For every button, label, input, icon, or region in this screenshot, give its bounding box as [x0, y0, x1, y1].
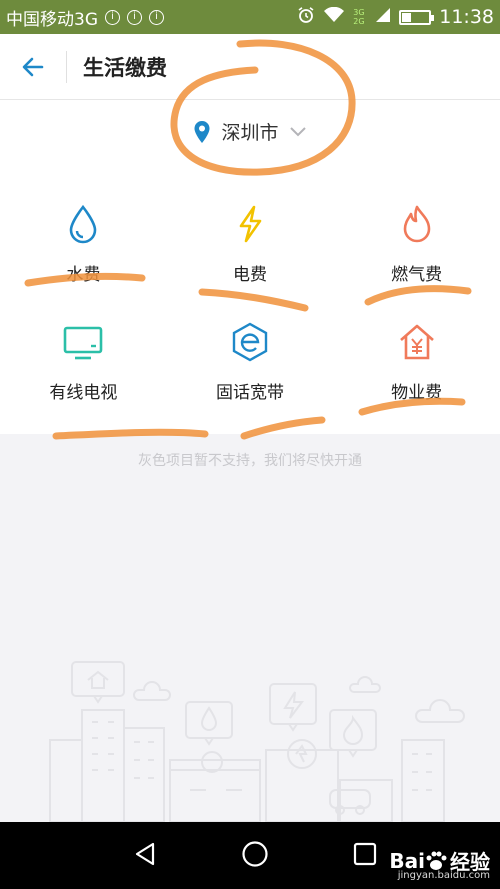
alarm-icon	[297, 6, 315, 29]
chevron-down-icon	[289, 126, 306, 136]
lightning-icon	[228, 202, 272, 246]
status-right: 3G 2G 11:38	[297, 6, 494, 29]
service-gas[interactable]: 燃气费	[333, 200, 500, 318]
back-triangle-icon	[135, 842, 154, 865]
watermark-url: jingyan.baidu.com	[397, 870, 490, 881]
service-broadband[interactable]: 固话宽带	[167, 318, 334, 436]
service-label: 固话宽带	[215, 383, 284, 403]
water-drop-icon	[61, 202, 105, 246]
home-circle-icon	[242, 840, 268, 867]
flame-icon	[395, 202, 439, 246]
network-type-icon: 3G 2G	[353, 8, 365, 26]
paw-icon	[426, 851, 447, 870]
broadband-icon	[228, 320, 272, 364]
service-grid: 水费 电费 燃气费 有线电视 固话宽带 物业费	[0, 200, 500, 436]
services-panel: 深圳市 水费 电费 燃气费 有线电视 固话宽带 物业费	[0, 100, 500, 434]
status-bar: 中国移动3G i i i 3G 2G 11:38	[0, 0, 500, 34]
nav-home-button[interactable]	[241, 840, 269, 872]
carrier-name: 中国移动3G	[6, 9, 98, 30]
nav-recents-button[interactable]	[352, 841, 378, 871]
service-property[interactable]: 物业费	[333, 318, 500, 436]
city-name: 深圳市	[221, 122, 279, 144]
signal-icon	[375, 7, 391, 28]
service-label: 物业费	[391, 383, 443, 403]
service-label: 有线电视	[49, 383, 118, 403]
city-illustration	[49, 661, 465, 822]
info-indicator-icon: i	[127, 9, 142, 25]
header-divider	[66, 50, 67, 83]
info-indicator-icon: i	[149, 9, 164, 25]
watermark-brand: Bai	[389, 848, 425, 873]
service-electricity[interactable]: 电费	[167, 200, 334, 318]
service-water[interactable]: 水费	[0, 200, 167, 318]
baidu-watermark: Bai 经验 jingyan.baidu.com	[389, 846, 490, 882]
city-selector[interactable]: 深圳市	[0, 118, 500, 145]
service-label: 电费	[232, 265, 267, 285]
location-pin-icon	[194, 120, 210, 143]
carrier-group: 中国移动3G i i i	[6, 5, 164, 30]
house-yen-icon	[395, 320, 439, 364]
tv-icon	[61, 320, 105, 364]
info-indicator-icon: i	[105, 9, 120, 25]
service-label: 燃气费	[391, 265, 443, 285]
recents-square-icon	[354, 842, 377, 865]
back-button[interactable]	[0, 34, 66, 100]
page-title: 生活缴费	[83, 55, 167, 80]
nav-back-button[interactable]	[132, 841, 158, 871]
unsupported-notice: 灰色项目暂不支持，我们将尽快开通	[138, 453, 362, 469]
wifi-icon	[323, 6, 345, 28]
back-arrow-icon	[22, 57, 44, 76]
clock: 11:38	[439, 6, 494, 28]
service-cable-tv[interactable]: 有线电视	[0, 318, 167, 436]
app-header: 生活缴费	[0, 34, 500, 100]
battery-icon	[399, 9, 435, 25]
service-label: 水费	[66, 265, 101, 285]
